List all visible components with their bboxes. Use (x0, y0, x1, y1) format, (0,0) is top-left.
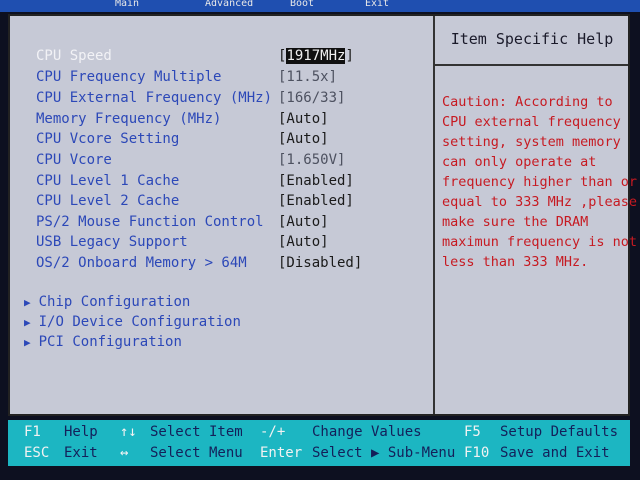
key-help-bar: F1 Help ↑↓ Select Item -/+ Change Values… (8, 420, 630, 466)
f10-desc: Save and Exit (500, 445, 610, 461)
esc-key: ESC (24, 445, 50, 461)
submenu-arrow-icon: ▶ (24, 316, 31, 329)
enter-desc: Select ▶ Sub-Menu (312, 445, 456, 461)
bios-settings-panel: Item Specific Help Caution: According to… (8, 14, 638, 416)
submenu-io-device-configuration[interactable]: ▶ I/O Device Configuration (24, 314, 241, 330)
f5-desc: Setup Defaults (500, 424, 619, 440)
tab-main[interactable]: Main (115, 0, 139, 10)
setting-label-cpu-level1-cache[interactable]: CPU Level 1 Cache (36, 173, 179, 189)
setting-value-cpu-external-frequency: [166/33] (278, 90, 346, 106)
f1-key: F1 (24, 424, 41, 440)
submenu-arrow-icon: ▶ (24, 296, 31, 309)
setting-value-usb-legacy[interactable]: [Auto] (278, 234, 329, 250)
tab-boot[interactable]: Boot (290, 0, 314, 10)
setting-label-cpu-level2-cache[interactable]: CPU Level 2 Cache (36, 193, 179, 209)
help-divider (433, 16, 435, 414)
setting-label-cpu-vcore[interactable]: CPU Vcore (36, 152, 112, 168)
updown-key: ↑↓ (120, 424, 137, 440)
setting-label-os2-memory[interactable]: OS/2 Onboard Memory > 64M (36, 255, 247, 271)
setting-label-cpu-external-frequency[interactable]: CPU External Frequency (MHz) (36, 90, 272, 106)
setting-label-cpu-vcore-setting[interactable]: CPU Vcore Setting (36, 131, 179, 147)
help-text: Caution: According to CPU external frequ… (442, 92, 638, 272)
tab-exit[interactable]: Exit (365, 0, 389, 10)
submenu-label: PCI Configuration (38, 334, 182, 350)
setting-value-cpu-level1-cache[interactable]: [Enabled] (278, 173, 354, 189)
help-line: frequency higher than or (442, 174, 638, 190)
setting-label-memory-frequency[interactable]: Memory Frequency (MHz) (36, 111, 221, 127)
tab-advanced[interactable]: Advanced (205, 0, 253, 10)
setting-label-ps2-mouse[interactable]: PS/2 Mouse Function Control (36, 214, 264, 230)
help-line: CPU external frequency (442, 114, 621, 130)
setting-value-cpu-frequency-multiple: [11.5x] (278, 69, 338, 85)
help-line: setting, system memory (442, 134, 621, 150)
minus-plus-key: -/+ (260, 424, 286, 440)
f1-desc: Help (64, 424, 98, 440)
submenu-pci-configuration[interactable]: ▶ PCI Configuration (24, 334, 182, 350)
setting-value-ps2-mouse[interactable]: [Auto] (278, 214, 329, 230)
setting-value-cpu-vcore: [1.650V] (278, 152, 346, 168)
setting-value-cpu-level2-cache[interactable]: [Enabled] (278, 193, 354, 209)
help-line: maximun frequency is not (442, 234, 638, 250)
setting-value-os2-memory[interactable]: [Disabled] (278, 255, 362, 271)
setting-value-memory-frequency[interactable]: [Auto] (278, 111, 329, 127)
submenu-label: Chip Configuration (38, 294, 191, 310)
enter-key: Enter (260, 445, 303, 461)
setting-value-cpu-speed[interactable]: [1917MHz] (278, 48, 354, 64)
submenu-chip-configuration[interactable]: ▶ Chip Configuration (24, 294, 190, 310)
help-line: can only operate at (442, 154, 597, 170)
leftright-desc: Select Menu (150, 445, 243, 461)
bracket-close: ] (345, 48, 354, 64)
help-title-divider (435, 64, 628, 66)
submenu-arrow-icon: ▶ (24, 336, 31, 349)
selected-value[interactable]: 1917MHz (286, 48, 346, 64)
setting-label-usb-legacy[interactable]: USB Legacy Support (36, 234, 188, 250)
f5-key: F5 (464, 424, 481, 440)
help-title: Item Specific Help (450, 30, 614, 48)
help-line: make sure the DRAM (442, 214, 589, 230)
leftright-key: ↔ (120, 445, 129, 461)
top-menu-bar: Main Advanced Boot Exit (0, 0, 640, 12)
setting-label-cpu-speed[interactable]: CPU Speed (36, 48, 112, 64)
esc-desc: Exit (64, 445, 98, 461)
updown-desc: Select Item (150, 424, 243, 440)
f10-key: F10 (464, 445, 490, 461)
help-line: Caution: According to (442, 94, 613, 110)
submenu-label: I/O Device Configuration (38, 314, 241, 330)
help-line: less than 333 MHz. (442, 254, 589, 270)
setting-label-cpu-frequency-multiple[interactable]: CPU Frequency Multiple (36, 69, 221, 85)
setting-value-cpu-vcore-setting[interactable]: [Auto] (278, 131, 329, 147)
help-line: equal to 333 MHz ,please (442, 194, 638, 210)
minus-plus-desc: Change Values (312, 424, 422, 440)
